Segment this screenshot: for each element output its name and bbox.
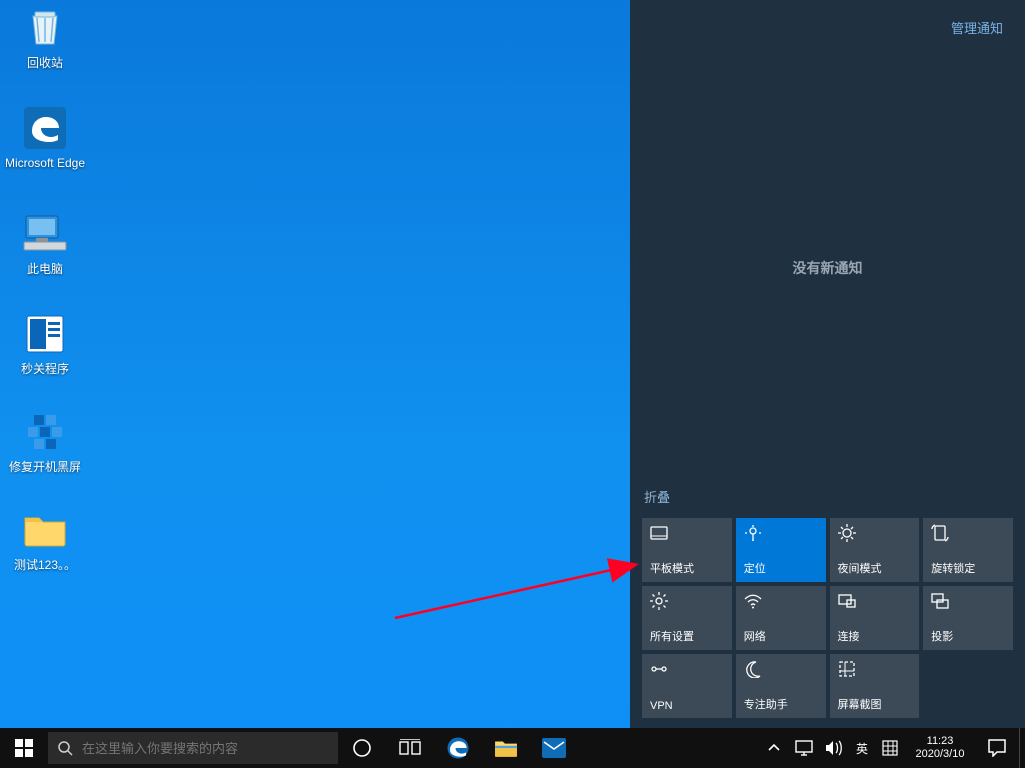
desktop-icon-label: 秒关程序: [0, 362, 90, 376]
edge-icon: [445, 735, 471, 761]
quick-action-label: 网络: [744, 628, 818, 644]
shutdown-tool-icon: [21, 310, 69, 358]
quick-action-focus-assist[interactable]: 专注助手: [736, 654, 826, 718]
quick-action-label: 旋转锁定: [931, 560, 1005, 576]
cortana-button[interactable]: [338, 728, 386, 768]
taskbar-app-edge[interactable]: [434, 728, 482, 768]
desktop-icon-edge[interactable]: Microsoft Edge: [0, 104, 90, 170]
windows-logo-icon: [15, 739, 33, 757]
no-notifications-text: 没有新通知: [630, 258, 1025, 278]
quick-action-location[interactable]: 定位: [736, 518, 826, 582]
show-desktop-button[interactable]: [1019, 728, 1025, 768]
start-button[interactable]: [0, 728, 48, 768]
quick-action-label: 屏幕截图: [838, 696, 912, 712]
this-pc-icon: [21, 210, 69, 258]
taskbar-search-box[interactable]: [48, 732, 338, 764]
desktop-icon-label: 测试123。。: [0, 558, 90, 572]
quick-action-label: 所有设置: [650, 628, 724, 644]
action-center-button[interactable]: [975, 728, 1019, 768]
tablet-icon: [650, 524, 724, 542]
mail-icon: [542, 738, 566, 758]
quick-action-label: 连接: [838, 628, 912, 644]
desktop-icon-recycle-bin[interactable]: 回收站: [0, 4, 90, 70]
quick-action-rotation-lock[interactable]: 旋转锁定: [923, 518, 1013, 582]
quick-action-label: 夜间模式: [838, 560, 912, 576]
folder-icon: [21, 506, 69, 554]
monitor-icon: [795, 740, 813, 756]
night-icon: [838, 524, 912, 542]
fix-black-screen-icon: [21, 408, 69, 456]
quick-actions-grid: 平板模式 定位 夜间模式 旋转锁定所有设置 网络 连接 投影 VPN 专注助手 屏幕截图: [642, 518, 1013, 718]
desktop-icon-folder-test[interactable]: 测试123。。: [0, 506, 90, 572]
action-center-panel: 管理通知 没有新通知 折叠 平板模式 定位 夜间模式 旋转锁定所有设置 网络 连接 投影 VP…: [630, 0, 1025, 728]
search-icon: [48, 740, 82, 756]
recycle-bin-icon: [21, 4, 69, 52]
system-tray: 英 11:23 2020/3/10: [759, 728, 1025, 768]
taskbar-search-input[interactable]: [82, 741, 338, 756]
desktop-icon-fix-black-screen[interactable]: 修复开机黑屏: [0, 408, 90, 474]
desktop-icon-this-pc[interactable]: 此电脑: [0, 210, 90, 276]
quick-action-vpn[interactable]: VPN: [642, 654, 732, 718]
wifi-icon: [744, 592, 818, 610]
quick-action-label: 定位: [744, 560, 818, 576]
task-view-icon: [399, 739, 421, 757]
chevron-up-icon: [768, 742, 780, 754]
notification-icon: [987, 739, 1007, 757]
manage-notifications-link[interactable]: 管理通知: [951, 18, 1003, 37]
quick-action-label: 投影: [931, 628, 1005, 644]
desktop-icon-label: Microsoft Edge: [0, 156, 90, 170]
moon-icon: [744, 660, 818, 678]
tray-ime-lang[interactable]: 英: [849, 728, 875, 768]
edge-icon: [21, 104, 69, 152]
file-explorer-icon: [494, 738, 518, 758]
speaker-icon: [825, 740, 843, 756]
collapse-quick-actions-link[interactable]: 折叠: [644, 487, 670, 506]
connect-icon: [838, 592, 912, 610]
tray-time: 11:23: [909, 735, 971, 748]
project-icon: [931, 592, 1005, 610]
tray-network-button[interactable]: [789, 728, 819, 768]
desktop-icon-label: 回收站: [0, 56, 90, 70]
snip-icon: [838, 660, 912, 678]
taskbar-app-file-explorer[interactable]: [482, 728, 530, 768]
taskbar-pinned-apps: [338, 728, 578, 768]
quick-action-label: VPN: [650, 700, 724, 712]
tray-clock[interactable]: 11:23 2020/3/10: [905, 735, 975, 761]
tray-date: 2020/3/10: [909, 748, 971, 761]
desktop-icon-label: 此电脑: [0, 262, 90, 276]
location-icon: [744, 524, 818, 542]
quick-action-label: 专注助手: [744, 696, 818, 712]
quick-action-screen-snip[interactable]: 屏幕截图: [830, 654, 920, 718]
desktop-icon-label: 修复开机黑屏: [0, 460, 90, 474]
taskbar: 英 11:23 2020/3/10: [0, 728, 1025, 768]
tray-volume-button[interactable]: [819, 728, 849, 768]
taskbar-app-mail[interactable]: [530, 728, 578, 768]
task-view-button[interactable]: [386, 728, 434, 768]
gear-icon: [650, 592, 724, 610]
cortana-icon: [352, 738, 372, 758]
quick-action-night-light[interactable]: 夜间模式: [830, 518, 920, 582]
quick-action-project[interactable]: 投影: [923, 586, 1013, 650]
desktop-icon-shutdown-tool[interactable]: 秒关程序: [0, 310, 90, 376]
quick-action-network[interactable]: 网络: [736, 586, 826, 650]
ime-icon: [882, 740, 898, 756]
vpn-icon: [650, 660, 724, 678]
rotation-icon: [931, 524, 1005, 542]
tray-overflow-button[interactable]: [759, 728, 789, 768]
tray-ime-button[interactable]: [875, 728, 905, 768]
quick-action-label: 平板模式: [650, 560, 724, 576]
quick-action-all-settings[interactable]: 所有设置: [642, 586, 732, 650]
quick-action-tablet-mode[interactable]: 平板模式: [642, 518, 732, 582]
quick-action-connect[interactable]: 连接: [830, 586, 920, 650]
